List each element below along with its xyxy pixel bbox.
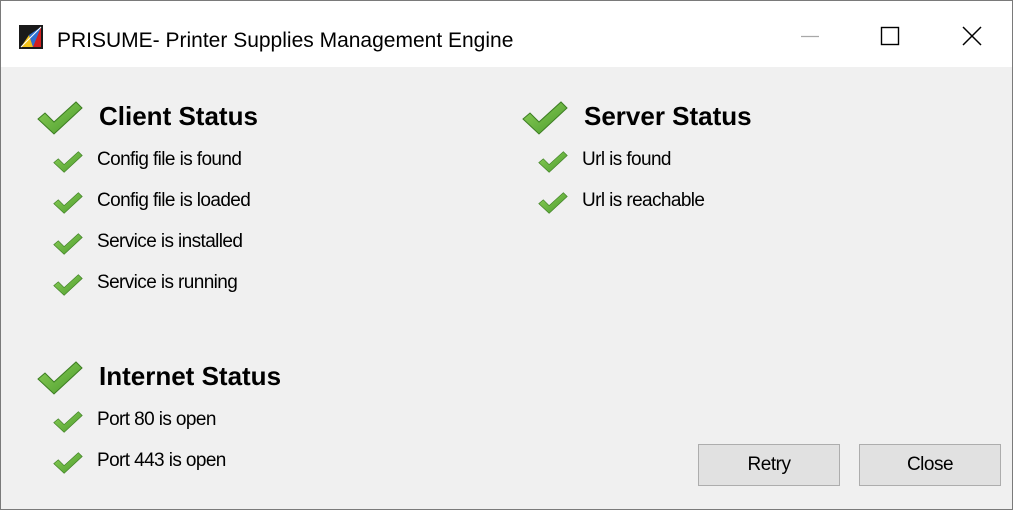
checkmark-icon — [53, 192, 83, 214]
list-item: Config file is found — [53, 147, 453, 177]
client-status-title: Client Status — [99, 101, 258, 131]
window-title: PRISUME- Printer Supplies Management Eng… — [57, 29, 514, 52]
app-window: PRISUME- Printer Supplies Management Eng… — [0, 0, 1013, 510]
internet-status-title: Internet Status — [99, 361, 282, 391]
list-item: Port 80 is open — [53, 407, 453, 437]
maximize-icon — [880, 26, 900, 46]
list-item: Service is running — [53, 270, 453, 300]
prisume-logo-icon — [19, 25, 43, 49]
list-item: Url is found — [538, 147, 938, 177]
close-icon — [962, 26, 982, 46]
checkmark-icon — [53, 233, 83, 255]
checkmark-icon — [522, 101, 568, 147]
status-item-label: Config file is found — [97, 149, 242, 170]
internet-status-header: Internet Status — [37, 355, 437, 401]
status-item-label: Service is running — [97, 272, 238, 293]
server-status-header: Server Status — [522, 95, 922, 141]
checkmark-icon — [538, 192, 568, 214]
status-panel: Client Status Config file is found Confi… — [1, 67, 1012, 509]
list-item: Service is installed — [53, 229, 453, 259]
list-item: Config file is loaded — [53, 188, 453, 218]
list-item: Url is reachable — [538, 188, 938, 218]
status-item-label: Service is installed — [97, 231, 243, 252]
minimize-icon — [801, 35, 819, 38]
client-status-header: Client Status — [37, 95, 437, 141]
maximize-button[interactable] — [869, 15, 911, 57]
checkmark-icon — [37, 101, 83, 147]
server-status-title: Server Status — [584, 101, 752, 131]
checkmark-icon — [53, 274, 83, 296]
checkmark-icon — [53, 452, 83, 474]
minimize-button[interactable] — [789, 15, 831, 57]
close-button[interactable]: Close — [859, 444, 1001, 486]
checkmark-icon — [53, 411, 83, 433]
checkmark-icon — [37, 361, 83, 407]
status-item-label: Port 443 is open — [97, 450, 226, 471]
retry-button[interactable]: Retry — [698, 444, 840, 486]
status-item-label: Config file is loaded — [97, 190, 251, 211]
status-item-label: Port 80 is open — [97, 409, 216, 430]
checkmark-icon — [53, 151, 83, 173]
title-bar[interactable]: PRISUME- Printer Supplies Management Eng… — [1, 1, 1012, 67]
close-window-button[interactable] — [951, 15, 993, 57]
status-item-label: Url is reachable — [582, 190, 705, 211]
status-item-label: Url is found — [582, 149, 672, 170]
list-item: Port 443 is open — [53, 448, 453, 478]
checkmark-icon — [538, 151, 568, 173]
